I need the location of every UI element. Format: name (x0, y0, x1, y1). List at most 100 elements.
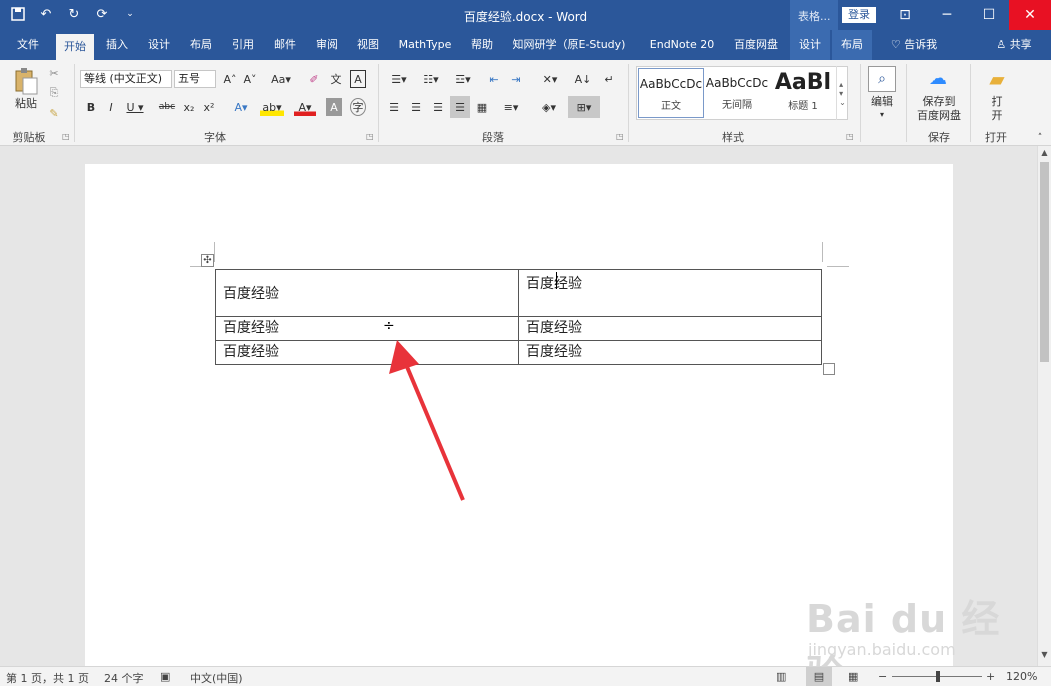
styles-scroll-icon[interactable]: ▴ ▾ ⌄ (836, 66, 848, 120)
table-cell[interactable]: 百度经验 (215, 269, 519, 317)
bold-icon[interactable]: B (84, 98, 98, 116)
baidu-netdisk-icon[interactable]: ☁ (926, 66, 950, 90)
font-size-dropdown[interactable]: 五号 (174, 70, 216, 88)
align-right-icon[interactable]: ☰ (430, 98, 446, 116)
tab-endnote[interactable]: EndNote 20 (644, 30, 720, 60)
tell-me-search[interactable]: ♡ 告诉我 (882, 30, 946, 60)
read-mode-icon[interactable]: ▥ (776, 670, 786, 683)
tab-e-study[interactable]: 知网研学（原E-Study) (508, 30, 630, 60)
increase-indent-icon[interactable]: ⇥ (508, 70, 524, 88)
language-status[interactable]: 中文(中国) (190, 670, 243, 686)
tab-references[interactable]: 引用 (226, 30, 260, 60)
character-border-icon[interactable]: A (350, 70, 366, 88)
tab-review[interactable]: 审阅 (310, 30, 344, 60)
numbering-icon[interactable]: ☷▾ (418, 70, 444, 88)
share-button[interactable]: ♙ 共享 (988, 30, 1040, 60)
table-resize-handle-icon[interactable] (823, 363, 835, 375)
table-cell[interactable]: 百度经验 (518, 316, 822, 341)
strikethrough-icon[interactable]: abc (156, 98, 178, 116)
tab-insert[interactable]: 插入 (100, 30, 134, 60)
character-shading-icon[interactable]: A (326, 98, 342, 116)
search-icon[interactable]: ⌕ (868, 66, 896, 92)
web-layout-icon[interactable]: ▦ (848, 670, 858, 683)
tab-file[interactable]: 文件 (8, 30, 48, 60)
paste-label[interactable]: 粘贴 (10, 96, 42, 110)
zoom-in-icon[interactable]: + (986, 670, 995, 683)
tab-view[interactable]: 视图 (351, 30, 385, 60)
format-painter-icon[interactable]: ✎ (46, 106, 62, 120)
enclose-characters-icon[interactable]: 字 (350, 98, 366, 116)
text-effects-icon[interactable]: A▾ (230, 98, 252, 116)
change-case-icon[interactable]: Aa▾ (268, 70, 294, 88)
proofing-icon[interactable]: ▣ (160, 670, 170, 683)
bullets-icon[interactable]: ☰▾ (386, 70, 412, 88)
style-normal[interactable]: AaBbCcDc 正文 (638, 68, 704, 118)
paragraph-launcher-icon[interactable]: ◳ (616, 132, 624, 141)
save-to-line1[interactable]: 保存到 (914, 94, 964, 108)
close-icon[interactable]: ✕ (1009, 0, 1051, 30)
tab-design[interactable]: 设计 (142, 30, 176, 60)
align-center-icon[interactable]: ☰ (408, 98, 424, 116)
copy-icon[interactable]: ⎘ (46, 86, 62, 100)
clear-format-icon[interactable]: ✐ (306, 70, 322, 88)
align-left-icon[interactable]: ☰ (386, 98, 402, 116)
highlight-color-icon[interactable]: ab▾ (260, 98, 284, 116)
editing-label[interactable]: 编辑 (864, 94, 900, 108)
login-button[interactable]: 登录 (842, 7, 876, 23)
zoom-out-icon[interactable]: − (878, 670, 887, 683)
scroll-down-icon[interactable]: ▼ (1039, 650, 1050, 662)
save-to-line2[interactable]: 百度网盘 (914, 108, 964, 122)
italic-icon[interactable]: I (104, 98, 118, 116)
justify-icon[interactable]: ☰ (450, 96, 470, 118)
collapse-ribbon-icon[interactable]: ˄ (1034, 132, 1046, 144)
tab-home[interactable]: 开始 (56, 34, 94, 60)
open-line2[interactable]: 开 (982, 108, 1012, 122)
style-heading-1[interactable]: AaBl 标题 1 (770, 68, 836, 118)
sort-icon[interactable]: A↓ (574, 70, 592, 88)
paste-icon[interactable] (12, 66, 40, 96)
cut-icon[interactable]: ✂ (46, 66, 62, 80)
tab-mathtype[interactable]: MathType (394, 30, 456, 60)
maximize-icon[interactable]: ☐ (968, 0, 1010, 30)
grow-font-icon[interactable]: A˄ (222, 70, 238, 88)
tab-layout[interactable]: 布局 (184, 30, 218, 60)
vertical-scrollbar[interactable]: ▲ ▼ (1037, 146, 1051, 666)
tab-table-layout[interactable]: 布局 (832, 30, 872, 60)
editing-dropdown-icon[interactable]: ▾ (876, 108, 888, 120)
open-line1[interactable]: 打 (982, 94, 1012, 108)
word-count[interactable]: 24 个字 (104, 670, 144, 686)
multilevel-list-icon[interactable]: ☲▾ (450, 70, 476, 88)
ribbon-display-icon[interactable]: ⊡ (884, 0, 926, 30)
tab-mailings[interactable]: 邮件 (268, 30, 302, 60)
font-name-dropdown[interactable]: 等线 (中文正文) (80, 70, 172, 88)
decrease-indent-icon[interactable]: ⇤ (486, 70, 502, 88)
tab-baidu-netdisk[interactable]: 百度网盘 (728, 30, 784, 60)
document-table[interactable]: 百度经验 百度经验 百度经验 百度经验 百度经验 百度经验 (215, 269, 822, 365)
print-layout-icon[interactable]: ▤ (806, 667, 832, 686)
scroll-thumb[interactable] (1040, 162, 1049, 362)
line-spacing-icon[interactable]: ≡▾ (498, 98, 524, 116)
table-move-handle-icon[interactable]: ✣ (201, 254, 214, 267)
show-marks-icon[interactable]: ↵ (600, 70, 618, 88)
page-count[interactable]: 第 1 页，共 1 页 (6, 670, 89, 686)
chinese-layout-icon[interactable]: ✕▾ (536, 70, 564, 88)
clipboard-launcher-icon[interactable]: ◳ (62, 132, 70, 141)
styles-launcher-icon[interactable]: ◳ (846, 132, 854, 141)
folder-icon[interactable]: ▰ (984, 67, 1010, 91)
table-cell[interactable]: 百度经验 (518, 340, 822, 365)
shading-icon[interactable]: ◈▾ (536, 98, 562, 116)
distributed-icon[interactable]: ▦ (474, 98, 490, 116)
borders-icon[interactable]: ⊞▾ (568, 96, 600, 118)
phonetic-guide-icon[interactable]: 文 (328, 70, 344, 88)
tab-help[interactable]: 帮助 (465, 30, 499, 60)
subscript-icon[interactable]: x₂ (182, 98, 196, 116)
font-launcher-icon[interactable]: ◳ (366, 132, 374, 141)
scroll-up-icon[interactable]: ▲ (1039, 148, 1050, 160)
tab-table-design[interactable]: 设计 (790, 30, 830, 60)
style-no-spacing[interactable]: AaBbCcDc 无间隔 (704, 68, 770, 118)
superscript-icon[interactable]: x² (202, 98, 216, 116)
table-cell[interactable]: 百度经验 (518, 269, 822, 317)
zoom-level[interactable]: 120% (1006, 670, 1037, 683)
font-color-icon[interactable]: A▾ (294, 98, 316, 116)
shrink-font-icon[interactable]: A˅ (242, 70, 258, 88)
